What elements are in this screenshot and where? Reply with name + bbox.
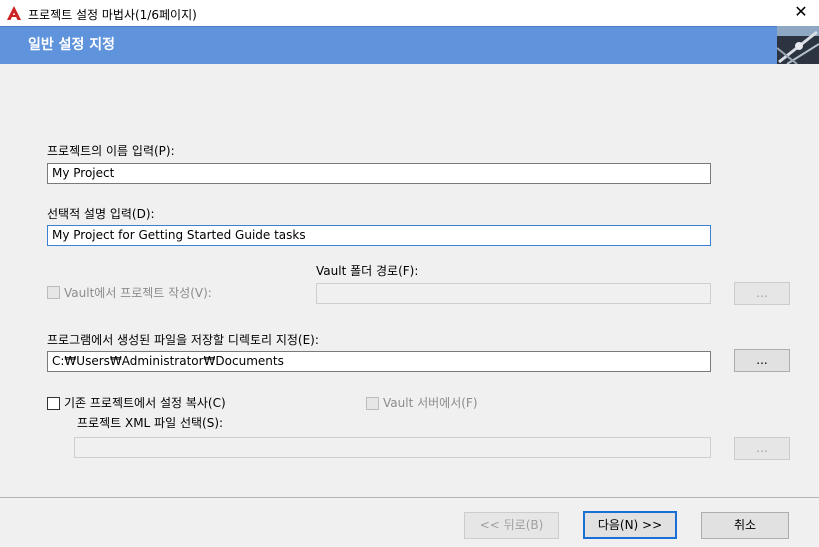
directory-input[interactable]: C:₩Users₩Administrator₩Documents xyxy=(47,351,711,372)
vault-folder-input[interactable] xyxy=(316,283,711,304)
xml-file-input[interactable] xyxy=(74,437,711,458)
project-name-input[interactable]: My Project xyxy=(47,163,711,184)
next-button[interactable]: 다음(N) >> xyxy=(583,511,677,539)
window-title: 프로젝트 설정 마법사(1/6페이지) xyxy=(28,8,197,22)
vault-create-checkbox[interactable] xyxy=(47,286,60,299)
page-title: 일반 설정 지정 xyxy=(28,37,116,53)
header-logo-image xyxy=(777,26,819,64)
description-label: 선택적 설명 입력(D): xyxy=(47,207,155,221)
xml-file-label: 프로젝트 XML 파일 선택(S): xyxy=(77,416,224,430)
from-vault-server-checkbox[interactable] xyxy=(366,397,379,410)
wizard-header xyxy=(0,26,819,64)
project-name-label: 프로젝트의 이름 입력(P): xyxy=(47,144,175,158)
vault-create-label: Vault에서 프로젝트 작성(V): xyxy=(64,286,212,300)
back-button[interactable]: << 뒤로(B) xyxy=(464,512,559,539)
close-icon[interactable]: ✕ xyxy=(783,0,819,26)
cancel-button[interactable]: 취소 xyxy=(701,512,789,539)
xml-browse-button[interactable]: ... xyxy=(734,437,790,460)
from-vault-server-label: Vault 서버에서(F) xyxy=(383,396,478,410)
autocad-app-icon xyxy=(6,5,22,21)
directory-label: 프로그램에서 생성된 파일을 저장할 디렉토리 지정(E): xyxy=(47,333,319,347)
copy-settings-label: 기존 프로젝트에서 설정 복사(C) xyxy=(64,396,226,410)
directory-browse-button[interactable]: ... xyxy=(734,349,790,372)
description-input[interactable]: My Project for Getting Started Guide tas… xyxy=(47,225,711,246)
copy-settings-checkbox[interactable] xyxy=(47,397,60,410)
vault-browse-button[interactable]: ... xyxy=(734,282,790,305)
footer-divider xyxy=(0,497,819,498)
vault-folder-label: Vault 폴더 경로(F): xyxy=(316,264,419,278)
